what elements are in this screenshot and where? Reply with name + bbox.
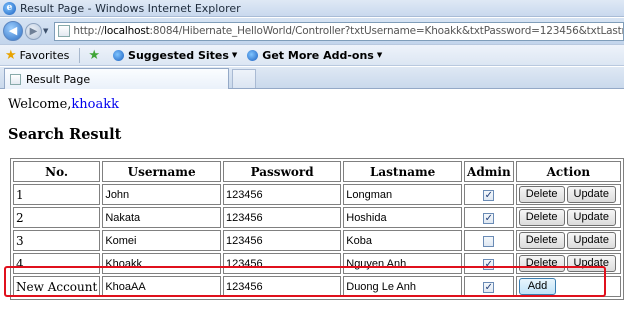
chevron-down-icon: ▼ — [376, 51, 383, 59]
username-field[interactable]: John — [102, 184, 221, 205]
row-number: 3 — [13, 230, 101, 251]
ie-logo-icon: e — [3, 1, 16, 15]
chevron-down-icon: ▼ — [231, 51, 238, 59]
action-cell: Delete Update — [515, 184, 621, 205]
tab-bar: Result Page — [0, 67, 624, 89]
table-row: 1 John 123456 Longman ✓ Delete Update — [13, 184, 621, 205]
lastname-field[interactable]: Hoshida — [343, 207, 463, 228]
get-addons-link[interactable]: Get More Add-ons ▼ — [247, 49, 382, 62]
password-field[interactable]: 123456 — [222, 207, 342, 228]
admin-checkbox[interactable]: ✓ — [483, 212, 495, 224]
lastname-field[interactable]: Longman — [343, 184, 463, 205]
add-favorite-button[interactable]: ★ — [88, 48, 103, 63]
welcome-line: Welcome,khoakk — [8, 97, 120, 112]
update-button[interactable]: Update — [566, 232, 616, 249]
password-field[interactable]: 123456 — [222, 230, 342, 251]
new-tab-button[interactable] — [232, 69, 256, 88]
suggested-sites-link[interactable]: Suggested Sites ▼ — [113, 49, 237, 62]
row-number: 2 — [13, 207, 101, 228]
column-header-password: Password — [222, 161, 342, 182]
forward-button[interactable]: ▶ — [25, 22, 42, 40]
column-header-admin: Admin — [464, 161, 514, 182]
update-button[interactable]: Update — [566, 186, 616, 203]
update-button[interactable]: Update — [566, 209, 616, 226]
favorites-button[interactable]: ★ Favorites — [5, 48, 69, 63]
favorites-separator — [79, 47, 81, 63]
welcome-user-link[interactable]: khoakk — [71, 97, 119, 112]
suggested-sites-icon — [113, 49, 125, 61]
favorites-bar: ★ Favorites ★ Suggested Sites ▼ Get More… — [0, 44, 624, 66]
history-dropdown-icon[interactable]: ▼ — [43, 27, 48, 35]
admin-cell — [464, 230, 514, 251]
add-favorite-icon: ★ — [88, 47, 101, 63]
column-header-username: Username — [102, 161, 221, 182]
table-row: 2 Nakata 123456 Hoshida ✓ Delete Update — [13, 207, 621, 228]
admin-checkbox[interactable] — [483, 235, 495, 247]
admin-cell: ✓ — [464, 207, 514, 228]
address-url[interactable]: http://localhost:8084/Hibernate_HelloWor… — [73, 25, 623, 37]
tab-result-page[interactable]: Result Page — [4, 68, 229, 89]
window-titlebar: e Result Page - Windows Internet Explore… — [0, 0, 624, 17]
admin-checkbox[interactable]: ✓ — [483, 189, 495, 201]
action-cell: Delete Update — [515, 230, 621, 251]
back-button[interactable]: ◀ — [3, 21, 23, 41]
addons-icon — [247, 49, 259, 61]
admin-cell: ✓ — [464, 184, 514, 205]
action-cell: Delete Update — [515, 207, 621, 228]
window-title: Result Page - Windows Internet Explorer — [20, 1, 241, 15]
password-field[interactable]: 123456 — [222, 184, 342, 205]
column-header-lastname: Lastname — [343, 161, 463, 182]
table-row: 3 Komei 123456 Koba Delete Update — [13, 230, 621, 251]
page-title: Search Result — [8, 126, 122, 143]
delete-button[interactable]: Delete — [518, 186, 565, 203]
page-icon — [10, 73, 21, 85]
address-bar[interactable]: http://localhost:8084/Hibernate_HelloWor… — [54, 21, 624, 41]
favorites-star-icon: ★ — [5, 47, 17, 63]
table-header-row: No. Username Password Lastname Admin Act… — [13, 161, 621, 182]
navigation-bar: ◀ ▶ ▼ http://localhost:8084/Hibernate_He… — [0, 18, 624, 44]
column-header-no: No. — [13, 161, 101, 182]
page-content: Welcome,khoakk Search Result — [8, 97, 618, 143]
row-number: 1 — [13, 184, 101, 205]
lastname-field[interactable]: Koba — [343, 230, 463, 251]
column-header-action: Action — [515, 161, 621, 182]
delete-button[interactable]: Delete — [518, 232, 565, 249]
page-icon — [58, 25, 71, 37]
username-field[interactable]: Nakata — [102, 207, 221, 228]
username-field[interactable]: Komei — [102, 230, 221, 251]
delete-button[interactable]: Delete — [518, 209, 565, 226]
new-account-highlight — [4, 266, 606, 297]
